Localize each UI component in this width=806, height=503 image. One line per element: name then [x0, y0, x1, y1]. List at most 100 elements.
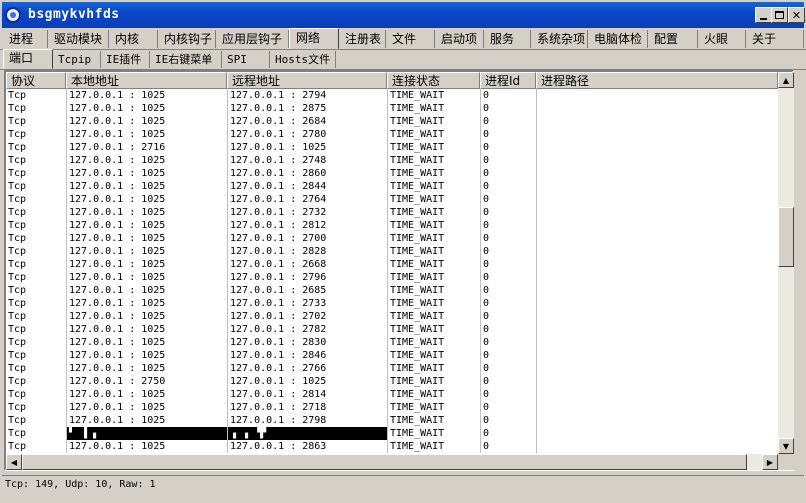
column-header-pid[interactable]: 进程Id — [480, 72, 536, 89]
subtab-2[interactable]: IE插件 — [101, 51, 150, 68]
vertical-scroll-thumb[interactable] — [778, 207, 794, 267]
cell-remote-address: 127.0.0.1 : 2732 — [227, 206, 387, 219]
tab-1[interactable]: 驱动模块 — [48, 30, 109, 48]
horizontal-scroll-thumb[interactable] — [22, 454, 747, 470]
cell-state: TIME_WAIT — [387, 154, 480, 167]
vertical-scrollbar[interactable]: ▲ ▼ — [778, 72, 794, 454]
cell-remote-address: 127.0.0.1 : 2794 — [227, 89, 387, 102]
table-row[interactable]: Tcp 127.0.0.1 : 1025 127.0.0.1 : 2812 TIME_… — [6, 219, 778, 232]
column-header-path[interactable]: 进程路径 — [536, 72, 778, 89]
table-row[interactable]: Tcp 127.0.0.1 : 1025 127.0.0.1 : 2798 TIME_… — [6, 414, 778, 427]
table-row[interactable]: Tcp 127.0.0.1 : 1025 127.0.0.1 : 2700 TIME_… — [6, 232, 778, 245]
table-row[interactable]: Tcp 127.0.0.1 : 1025 127.0.0.1 : 2733 TIME_… — [6, 297, 778, 310]
cell-local-address: 127.0.0.1 : 1025 — [66, 258, 227, 271]
table-row[interactable]: Tcp 127.0.0.1 : 1025 127.0.0.1 : 2846 TIME_… — [6, 349, 778, 362]
table-row[interactable]: Tcp 127.0.0.1 : 1025 127.0.0.1 : 2748 TIME_… — [6, 154, 778, 167]
table-row[interactable]: Tcp 127.0.0.1 : 1025 127.0.0.1 : 2764 TIME_… — [6, 193, 778, 206]
scroll-right-button[interactable]: ▶ — [762, 454, 778, 470]
column-header-local-address[interactable]: 本地地址 — [66, 72, 227, 89]
subtab-3[interactable]: IE右键菜单 — [150, 51, 222, 68]
tab-13[interactable]: 火眼 — [698, 30, 746, 48]
table-row[interactable]: Tcp 127.0.0.1 : 1025 127.0.0.1 : 2796 TIME_… — [6, 271, 778, 284]
cell-pid: 0 — [480, 310, 536, 323]
tab-10[interactable]: 系统杂项 — [531, 30, 588, 48]
scroll-down-button[interactable]: ▼ — [778, 438, 794, 454]
tab-8[interactable]: 启动项 — [435, 30, 484, 48]
cell-local-address: 127.0.0.1 : 1025 — [66, 206, 227, 219]
table-row[interactable]: Tcp 127.0.0.1 : 1025 127.0.0.1 : 2794 TIME_… — [6, 89, 778, 102]
column-header-protocol[interactable]: 协议 — [6, 72, 66, 89]
table-row[interactable]: Tcp 127.0.0.1 : 1025 127.0.0.1 : 2685 TIME_… — [6, 284, 778, 297]
tab-11[interactable]: 电脑体检 — [588, 30, 648, 48]
cell-state: TIME_WAIT — [387, 271, 480, 284]
cell-state: TIME_WAIT — [387, 349, 480, 362]
table-row[interactable]: Tcp 127.0.0.1 : 1025 127.0.0.1 : 2702 TIME_… — [6, 310, 778, 323]
arrow-right-icon: ▶ — [766, 457, 774, 467]
table-row[interactable]: Tcp 127.0.0.1 : 1025 127.0.0.1 : 2844 TIME_… — [6, 180, 778, 193]
table-row[interactable]: Tcp 127.0.0.1 : 1025 127.0.0.1 : 2732 TIME_… — [6, 206, 778, 219]
cell-path — [536, 141, 778, 154]
cell-local-address: 127.0.0.1 : 1025 — [66, 128, 227, 141]
table-row[interactable]: Tcp 127.0.0.1 : 1025 127.0.0.1 : 2718 TIME_… — [6, 401, 778, 414]
tab-0[interactable]: 进程 — [3, 30, 48, 48]
table-row[interactable]: Tcp 127.0.0.1 : 1025 127.0.0.1 : 2860 TIME_… — [6, 167, 778, 180]
scroll-up-button[interactable]: ▲ — [778, 72, 794, 88]
cell-local-address: 127.0.0.1 : 1025 — [66, 102, 227, 115]
cell-protocol: Tcp — [8, 155, 27, 166]
tab-14[interactable]: 关于 — [746, 30, 804, 48]
cell-path — [536, 310, 778, 323]
cell-remote-address: 127.0.0.1 : 2733 — [227, 297, 387, 310]
cell-protocol: Tcp — [8, 350, 27, 361]
table-row[interactable]: Tcp 127.0.0.1 : 2716 127.0.0.1 : 1025 TIME_… — [6, 141, 778, 154]
horizontal-scrollbar[interactable]: ◀ ▶ — [6, 454, 778, 470]
cell-remote-address: 127.0.0.1 : 1025 — [227, 375, 387, 388]
subtab-4[interactable]: SPI — [222, 51, 270, 68]
table-row[interactable]: Tcp 127.0.0.1 : 1025 127.0.0.1 : 2780 TIME_… — [6, 128, 778, 141]
cell-local-address: 127.0.0.1 : 1025 — [66, 219, 227, 232]
tab-12[interactable]: 配置 — [648, 30, 698, 48]
tab-6[interactable]: 注册表 — [339, 30, 386, 48]
cell-pid: 0 — [480, 427, 536, 440]
title-bar[interactable]: bsgmykvhfds ✕ — [2, 2, 805, 28]
cell-state: TIME_WAIT — [387, 232, 480, 245]
table-row[interactable]: Tcp 127.0.0.1 : 1025 127.0.0.1 : 2668 TIME_… — [6, 258, 778, 271]
cell-local-address: 127.0.0.1 : 1025 — [66, 180, 227, 193]
close-icon: ✕ — [791, 8, 802, 22]
maximize-button[interactable] — [771, 7, 788, 23]
cell-pid: 0 — [480, 284, 536, 297]
close-button[interactable]: ✕ — [788, 7, 805, 23]
tab-3[interactable]: 内核钩子 — [158, 30, 216, 48]
table-row[interactable]: Tcp 127.0.0.1 : 1025 127.0.0.1 : 2766 TIME_… — [6, 362, 778, 375]
cell-local-address: 127.0.0.1 : 1025 — [66, 115, 227, 128]
tab-9[interactable]: 服务 — [484, 30, 531, 48]
table-row[interactable]: Tcp 127.0.0.1 : 1025 127.0.0.1 : 2830 TIME_… — [6, 336, 778, 349]
table-row[interactable]: Tcp 127.0.0.1 : 1025 127.0.0.1 : 2782 TIME_… — [6, 323, 778, 336]
table-row[interactable]: Tcp 127.0.0.1 : 1025 127.0.0.1 : 2828 TIME_… — [6, 245, 778, 258]
tab-4[interactable]: 应用层钩子 — [216, 30, 289, 48]
subtab-0[interactable]: 端口 — [3, 49, 53, 69]
cell-protocol: Tcp — [8, 116, 27, 127]
column-header-remote-address[interactable]: 远程地址 — [227, 72, 387, 89]
cell-protocol: Tcp — [8, 298, 27, 309]
tab-2[interactable]: 内核 — [109, 30, 158, 48]
cell-pid: 0 — [480, 245, 536, 258]
table-row[interactable]: Tcp 127.0.0.1 : 1025 127.0.0.1 : 2875 TIME_… — [6, 102, 778, 115]
cell-pid: 0 — [480, 115, 536, 128]
tab-7[interactable]: 文件 — [386, 30, 435, 48]
table-row[interactable]: Tcp 127.0.0.1 : 1025 127.0.0.1 : 2684 TIME_… — [6, 115, 778, 128]
minimize-button[interactable] — [755, 7, 772, 23]
cell-path — [536, 258, 778, 271]
table-row[interactable]: Tcp ▘ ▐ ▖ ▗ ▗ ▝▛ TIME_WAIT 0 — [6, 427, 778, 440]
subtab-1[interactable]: Tcpip — [53, 51, 101, 68]
cell-protocol: Tcp — [8, 233, 27, 244]
table-row[interactable]: Tcp 127.0.0.1 : 2750 127.0.0.1 : 1025 TIME_… — [6, 375, 778, 388]
tab-5[interactable]: 网络 — [289, 28, 339, 49]
cell-protocol: Tcp — [8, 285, 27, 296]
cell-remote-address: 127.0.0.1 : 2812 — [227, 219, 387, 232]
table-row[interactable]: Tcp 127.0.0.1 : 1025 127.0.0.1 : 2814 TIME_… — [6, 388, 778, 401]
column-header-state[interactable]: 连接状态 — [387, 72, 480, 89]
table-row[interactable]: Tcp 127.0.0.1 : 1025 127.0.0.1 : 2863 TIME_… — [6, 440, 778, 453]
subtab-5[interactable]: Hosts文件 — [270, 51, 336, 68]
scroll-left-button[interactable]: ◀ — [6, 454, 22, 470]
cell-state: TIME_WAIT — [387, 336, 480, 349]
